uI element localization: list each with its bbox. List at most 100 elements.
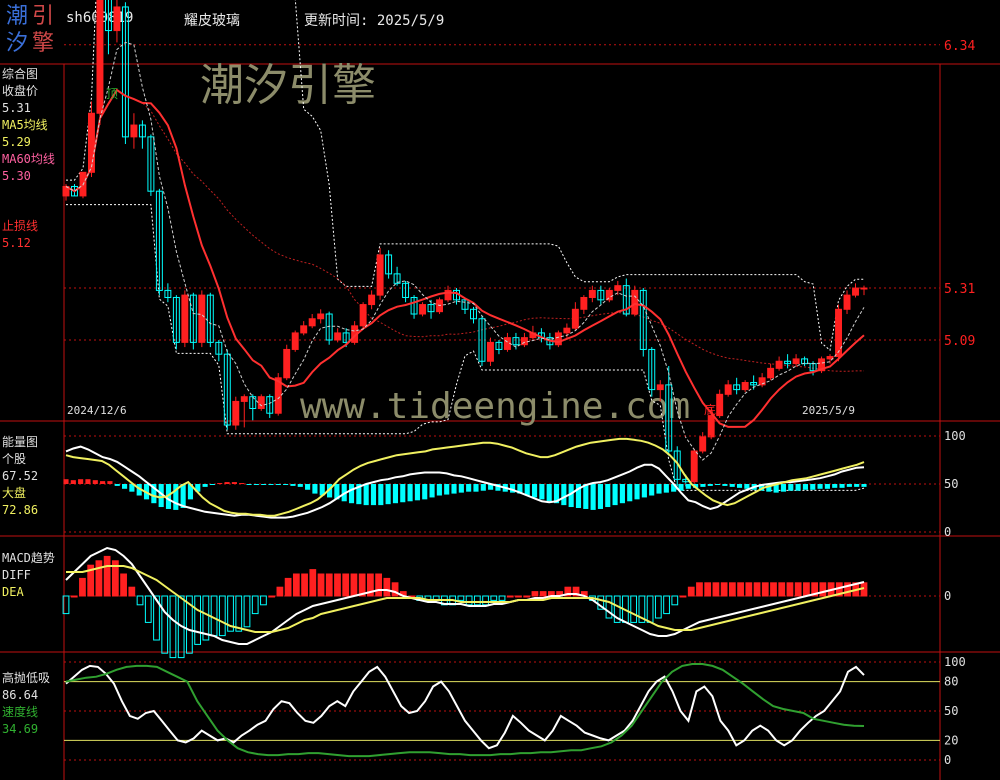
kdj-tick: 80 bbox=[944, 675, 958, 689]
ma-trend-line bbox=[65, 88, 865, 428]
energy-bar bbox=[641, 484, 647, 498]
macd-bar bbox=[136, 595, 144, 606]
energy-bar bbox=[268, 484, 274, 485]
macd-bar bbox=[260, 595, 267, 606]
energy-tick: 100 bbox=[944, 429, 966, 443]
kdj-tick: 100 bbox=[944, 655, 966, 669]
energy-bar bbox=[348, 484, 355, 504]
energy-bar bbox=[707, 484, 713, 486]
macd-bar bbox=[671, 595, 679, 606]
kdj-tick: 50 bbox=[944, 704, 958, 718]
energy-bar bbox=[715, 484, 721, 485]
macd-bar bbox=[498, 595, 506, 601]
energy-bar bbox=[590, 484, 596, 510]
energy-bar bbox=[422, 484, 428, 500]
macd-bar bbox=[539, 591, 547, 597]
energy-bar bbox=[253, 484, 259, 485]
macd-bar bbox=[276, 586, 284, 597]
macd-bar bbox=[457, 595, 465, 601]
macd-bar bbox=[753, 582, 761, 597]
macd-bar bbox=[95, 560, 103, 597]
macd-bar bbox=[235, 595, 243, 632]
energy-bar bbox=[107, 481, 113, 484]
energy-tick: 0 bbox=[944, 525, 951, 539]
macd-bar bbox=[728, 582, 736, 597]
energy-bar bbox=[824, 484, 830, 489]
macd-bar bbox=[679, 595, 687, 598]
energy-tick: 50 bbox=[944, 477, 958, 491]
candle-body bbox=[631, 289, 639, 315]
energy-bar bbox=[861, 484, 867, 487]
candle-body bbox=[656, 384, 664, 391]
energy-bar bbox=[619, 484, 625, 504]
energy-bar bbox=[780, 484, 787, 492]
energy-bar bbox=[378, 484, 384, 506]
macd-bar bbox=[284, 577, 292, 597]
candle-body bbox=[486, 341, 494, 362]
candle-body bbox=[300, 325, 308, 334]
candle-body bbox=[724, 384, 732, 395]
energy-bar bbox=[202, 484, 208, 487]
macd-bar bbox=[79, 577, 86, 597]
macd-bar bbox=[350, 573, 358, 597]
candle-body bbox=[860, 287, 868, 290]
energy-bar bbox=[546, 484, 552, 502]
macd-bar bbox=[745, 582, 753, 597]
energy-stock-value: 67.52 bbox=[2, 469, 39, 483]
candle-body bbox=[843, 294, 851, 310]
candle-body bbox=[283, 348, 291, 379]
candle-body bbox=[240, 396, 248, 402]
energy-bar bbox=[480, 484, 486, 491]
kdj-main-line bbox=[65, 664, 865, 750]
energy-bar bbox=[100, 481, 106, 484]
energy-bar bbox=[612, 484, 618, 506]
kdj-panel-title: 高抛低吸 bbox=[2, 671, 51, 685]
macd-tick: 0 bbox=[944, 589, 951, 603]
energy-bar bbox=[392, 484, 399, 504]
watermark-url: www.tideengine.com bbox=[300, 386, 690, 427]
energy-bar bbox=[385, 484, 391, 505]
candle-body bbox=[232, 400, 240, 426]
energy-bar bbox=[290, 484, 296, 486]
energy-bar bbox=[583, 484, 589, 509]
macd-bar bbox=[523, 595, 531, 598]
macd-bar bbox=[490, 595, 498, 601]
energy-bar bbox=[788, 484, 794, 491]
macd-bar bbox=[309, 569, 317, 597]
energy-bar bbox=[700, 484, 706, 487]
energy-bar bbox=[429, 484, 435, 498]
candle-body bbox=[852, 287, 859, 296]
energy-bar bbox=[466, 484, 472, 492]
macd-bar bbox=[605, 595, 613, 619]
candle-body bbox=[741, 382, 749, 391]
macd-bar bbox=[169, 595, 177, 659]
energy-stock-label: 个股 bbox=[2, 452, 27, 466]
candle-body bbox=[359, 304, 367, 327]
macd-bar bbox=[161, 595, 169, 654]
energy-bar bbox=[78, 479, 84, 484]
main-panel-title: 综合图 bbox=[2, 67, 39, 81]
macd-bar bbox=[383, 577, 391, 597]
energy-bar bbox=[363, 484, 369, 506]
price-tick-last: 5.31 bbox=[944, 282, 975, 297]
ma60-label: MA60均线 bbox=[2, 152, 55, 166]
candle-body bbox=[580, 296, 588, 310]
kdj-value: 86.64 bbox=[2, 688, 39, 702]
macd-panel-title: MACD趋势 bbox=[2, 551, 55, 565]
energy-bar bbox=[70, 480, 76, 484]
energy-bar bbox=[854, 484, 860, 487]
macd-bar bbox=[803, 582, 810, 597]
ma5-label: MA5均线 bbox=[2, 118, 48, 132]
close-label: 收盘价 bbox=[2, 84, 39, 98]
energy-bar bbox=[473, 484, 479, 492]
energy-bar bbox=[305, 484, 311, 490]
date-end: 2025/5/9 bbox=[802, 404, 855, 417]
energy-bar bbox=[239, 483, 245, 485]
energy-bar bbox=[810, 484, 816, 490]
macd-bar bbox=[794, 582, 802, 597]
date-start: 2024/12/6 bbox=[67, 404, 127, 417]
macd-bar bbox=[301, 573, 308, 597]
energy-bar bbox=[63, 479, 69, 484]
candle-body bbox=[181, 294, 189, 343]
candle-body bbox=[376, 254, 384, 296]
